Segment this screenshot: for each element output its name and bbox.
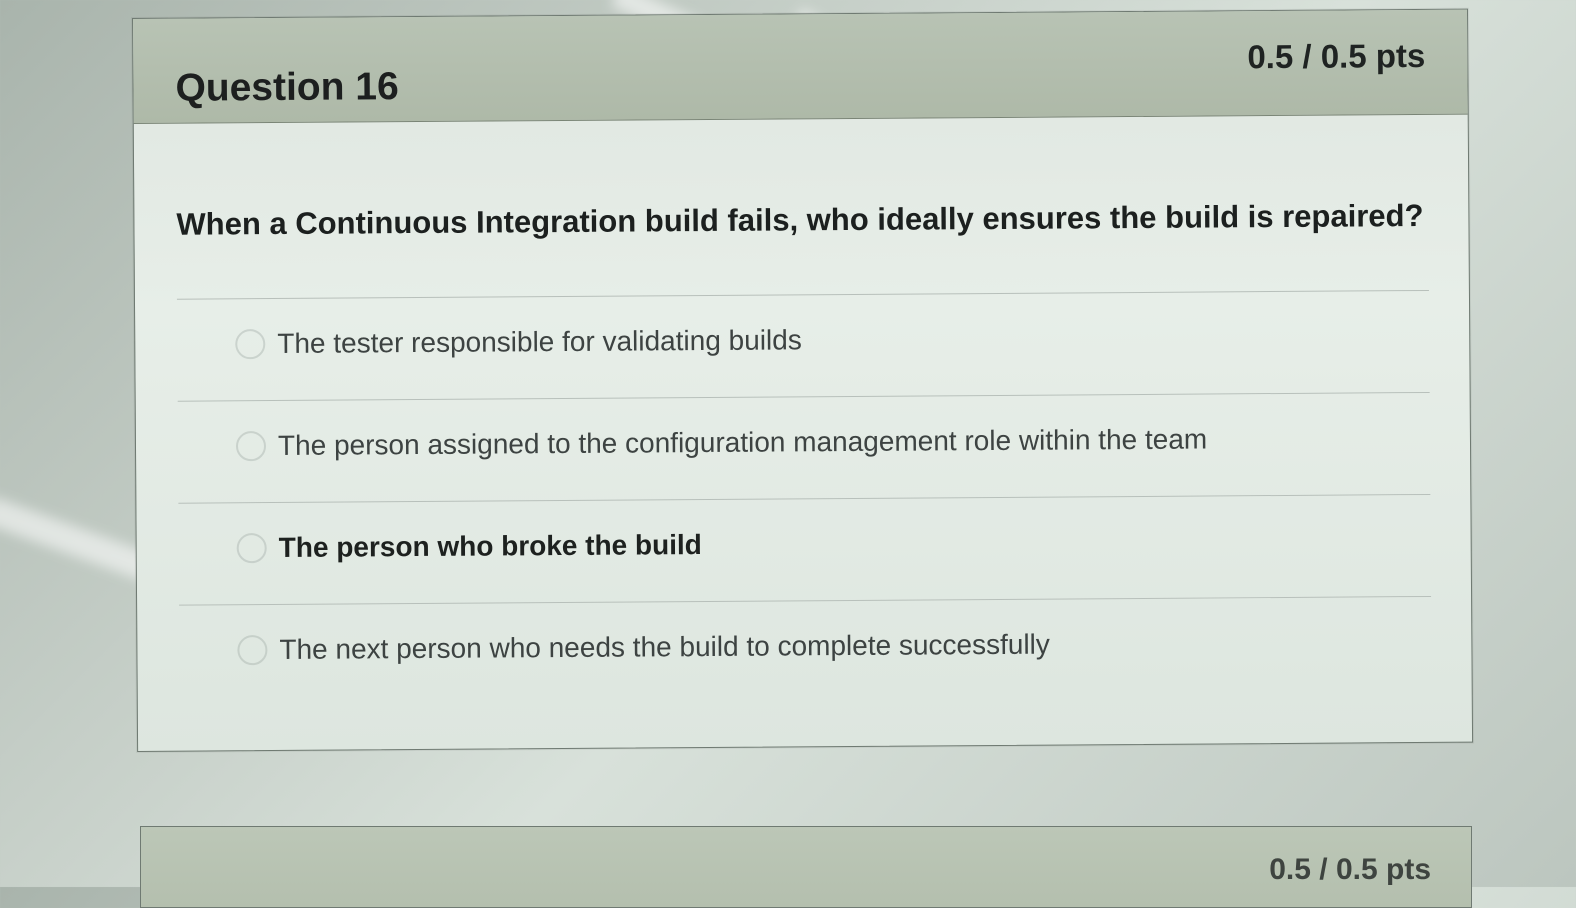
answer-option-4-label: The next person who needs the build to c… <box>279 628 1050 665</box>
answer-option-1[interactable]: The tester responsible for validating bu… <box>235 291 1430 389</box>
next-question-card: 0.5 / 0.5 pts <box>140 826 1472 908</box>
radio-icon[interactable] <box>236 533 267 564</box>
next-question-points: 0.5 / 0.5 pts <box>1269 853 1431 886</box>
answer-option-1-label: The tester responsible for validating bu… <box>277 324 802 359</box>
radio-icon[interactable] <box>235 431 267 462</box>
question-card: Question 16 0.5 / 0.5 pts When a Continu… <box>132 8 1474 752</box>
answer-option-2-label: The person assigned to the configuration… <box>277 423 1208 461</box>
answer-option-3[interactable]: The person who broke the build <box>236 495 1431 593</box>
answer-option-2[interactable]: The person assigned to the configuration… <box>235 393 1431 491</box>
radio-icon[interactable] <box>237 635 268 666</box>
question-text: When a Continuous Integration build fail… <box>176 197 1424 242</box>
question-body: When a Continuous Integration build fail… <box>134 116 1472 751</box>
answer-option-4[interactable]: The next person who needs the build to c… <box>237 597 1432 695</box>
question-header: Question 16 0.5 / 0.5 pts <box>133 9 1468 124</box>
radio-icon[interactable] <box>235 329 266 360</box>
question-title: Question 16 <box>175 65 399 110</box>
answer-option-3-label: The person who broke the build <box>278 529 702 563</box>
question-points: 0.5 / 0.5 pts <box>1247 36 1426 76</box>
